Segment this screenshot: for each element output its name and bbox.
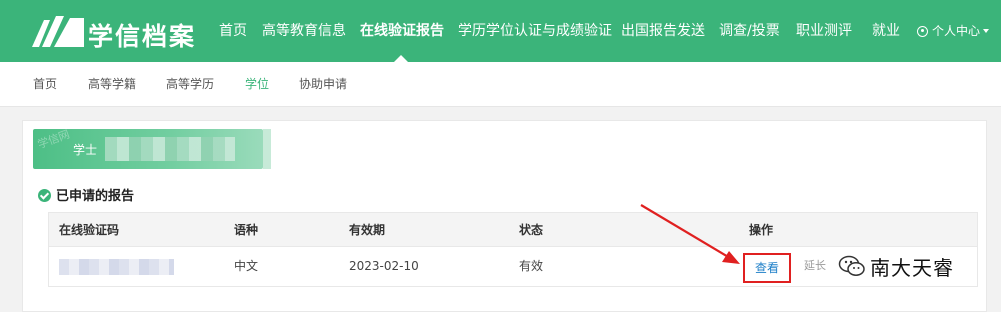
watermark-text: 南大天睿 bbox=[870, 256, 954, 280]
brand-name: 学信档案 bbox=[88, 22, 197, 51]
section-title: 已申请的报告 bbox=[38, 185, 134, 204]
view-report-link[interactable]: 查看 bbox=[743, 253, 791, 283]
subnav-item-degree[interactable]: 学位 bbox=[245, 62, 269, 106]
user-center-label: 个人中心 bbox=[932, 24, 981, 38]
nav-item-career-assessment[interactable]: 职业测评 bbox=[796, 0, 852, 62]
section-title-text: 已申请的报告 bbox=[56, 189, 135, 204]
column-header-code: 在线验证码 bbox=[59, 223, 120, 237]
chsi-wings-logo-icon bbox=[32, 16, 84, 47]
user-circle-icon bbox=[917, 26, 928, 37]
subnav-item-academic-record[interactable]: 高等学历 bbox=[166, 62, 214, 106]
nav-item-certification[interactable]: 学历学位认证与成绩验证 bbox=[458, 0, 612, 62]
column-header-expiry: 有效期 bbox=[349, 223, 386, 237]
subnav-item-student-status[interactable]: 高等学籍 bbox=[88, 62, 136, 106]
degree-label: 学士 bbox=[73, 143, 98, 157]
nav-item-employment[interactable]: 就业 bbox=[872, 0, 900, 62]
chevron-down-icon bbox=[983, 29, 990, 33]
wechat-icon bbox=[838, 255, 865, 276]
cell-language: 中文 bbox=[234, 259, 259, 273]
user-center-menu[interactable]: 个人中心 bbox=[917, 0, 990, 62]
column-header-status: 状态 bbox=[519, 223, 544, 237]
active-nav-indicator bbox=[394, 55, 408, 62]
subnav-item-home[interactable]: 首页 bbox=[33, 62, 57, 106]
degree-watermark: 学信网 bbox=[35, 127, 72, 152]
check-circle-icon bbox=[38, 189, 51, 202]
nav-item-higher-education[interactable]: 高等教育信息 bbox=[262, 0, 346, 62]
nav-item-overseas-report[interactable]: 出国报告发送 bbox=[621, 0, 705, 62]
degree-report-card: 学信网 学士 已申请的报告 在线验证码 语种 有效期 状态 操作 中文 2023… bbox=[22, 120, 987, 312]
nav-item-online-verification[interactable]: 在线验证报告 bbox=[360, 0, 444, 62]
banner-tail bbox=[263, 129, 271, 169]
redacted-verification-code bbox=[59, 259, 174, 275]
extend-report-link[interactable]: 延长 bbox=[804, 247, 826, 285]
cell-status: 有效 bbox=[519, 259, 544, 273]
top-navigation-bar: 学信档案 首页 高等教育信息 在线验证报告 学历学位认证与成绩验证 出国报告发送… bbox=[0, 0, 1001, 62]
nav-item-survey-vote[interactable]: 调查/投票 bbox=[719, 0, 780, 62]
redacted-degree-info bbox=[105, 137, 235, 161]
subnav-item-assist-application[interactable]: 协助申请 bbox=[299, 62, 347, 106]
cell-expiry: 2023-02-10 bbox=[349, 259, 419, 273]
table-header: 在线验证码 语种 有效期 状态 操作 bbox=[48, 212, 978, 247]
nav-item-home[interactable]: 首页 bbox=[219, 0, 247, 62]
degree-banner: 学信网 学士 bbox=[33, 127, 263, 169]
column-header-language: 语种 bbox=[234, 223, 259, 237]
sub-navigation: 首页 高等学籍 高等学历 学位 协助申请 bbox=[0, 62, 1001, 107]
column-header-actions: 操作 bbox=[749, 223, 774, 237]
